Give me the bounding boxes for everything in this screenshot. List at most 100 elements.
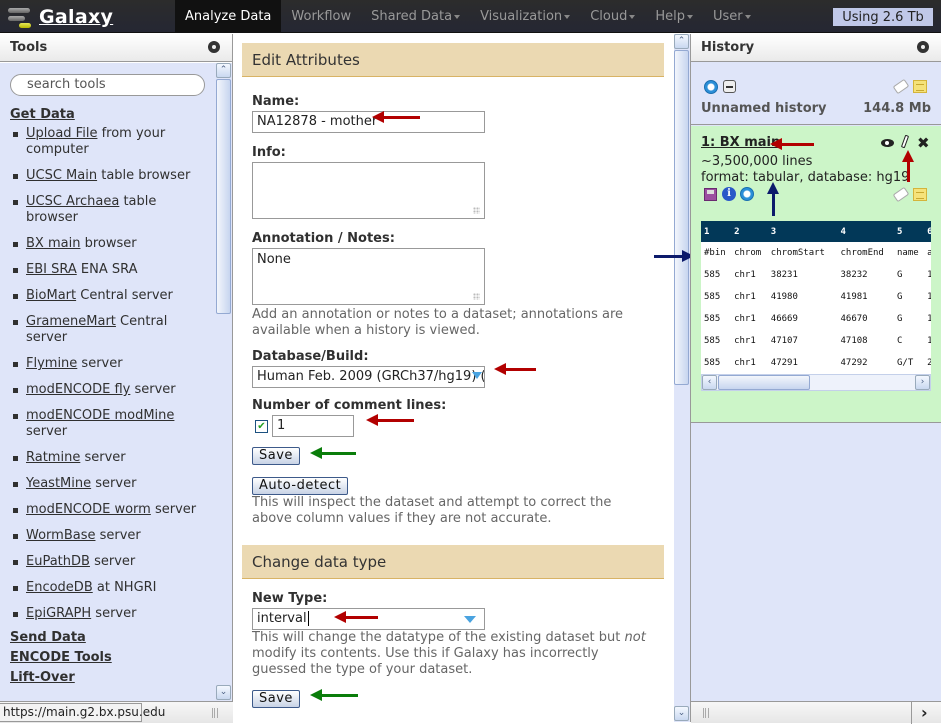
tool-item: EncodeDB at NHGRI [10, 580, 210, 596]
tool-link[interactable]: modENCODE fly [26, 382, 130, 397]
dataset-item: 1: BX main ✖ ~3,500,000 lines format: ta… [691, 126, 941, 423]
resize-grip-icon[interactable] [473, 207, 480, 214]
tool-link[interactable]: UCSC Main [26, 168, 97, 183]
center-content: Edit Attributes Name: NA12878 - mother I… [234, 34, 674, 722]
scroll-thumb[interactable] [674, 50, 689, 385]
new-type-select[interactable]: interval [252, 608, 485, 630]
tool-link[interactable]: BioMart [26, 288, 76, 303]
peek-cell: C [897, 336, 903, 346]
tab-label: Cloud [590, 9, 628, 24]
tool-item: Upload File from your computer [10, 126, 210, 158]
brand[interactable]: Galaxy [8, 4, 113, 30]
tool-description: at NHGRI [92, 580, 157, 595]
tool-link[interactable]: Flymine [26, 356, 77, 371]
tag-icon[interactable] [892, 186, 910, 203]
help-text: This will change the datatype of the exi… [252, 630, 625, 645]
dataset-peek: 123456 #binchromchromStartchromEndnameal… [701, 221, 931, 390]
peek-column-numbers: 123456 [701, 221, 931, 242]
tag-icon[interactable] [892, 78, 910, 95]
collapse-icon[interactable] [723, 80, 736, 93]
drag-handle-icon[interactable] [212, 708, 218, 718]
tool-link[interactable]: EncodeDB [26, 580, 93, 595]
masthead: Galaxy Analyze Data Workflow Shared Data… [0, 0, 941, 33]
scroll-thumb[interactable] [718, 375, 810, 390]
tab-analyze-data[interactable]: Analyze Data [175, 0, 282, 33]
tool-menu: search tools Get Data Upload File from y… [0, 63, 216, 701]
search-tools-input[interactable]: search tools [10, 74, 205, 96]
peek-cell: 47108 [840, 336, 868, 346]
scroll-up-button[interactable]: ⌃ [674, 34, 689, 49]
tool-link[interactable]: GrameneMart [26, 314, 116, 329]
dropdown-arrow-icon [464, 616, 476, 623]
tab-user[interactable]: User [703, 0, 761, 33]
tool-item: modENCODE worm server [10, 502, 210, 518]
annotation-icon[interactable] [913, 80, 927, 93]
scroll-right-button[interactable]: › [915, 375, 930, 390]
drag-handle-icon[interactable] [703, 708, 709, 718]
comment-lines-input[interactable]: 1 [272, 415, 354, 437]
expand-right-icon[interactable]: › [921, 703, 928, 722]
edit-attributes-form: Name: NA12878 - mother Info: Annotation … [234, 77, 674, 527]
section-encode-tools[interactable]: ENCODE Tools [10, 650, 216, 665]
tab-visualization[interactable]: Visualization [470, 0, 580, 33]
dataset-title[interactable]: 1: BX main [701, 135, 780, 150]
peek-cell: chr1 [734, 270, 756, 280]
peek-cell: 585 [704, 336, 721, 346]
auto-detect-button[interactable]: Auto-detect [252, 477, 349, 495]
tab-shared-data[interactable]: Shared Data [361, 0, 470, 33]
refresh-icon[interactable] [704, 80, 718, 94]
annotation-arrow-red [494, 363, 536, 375]
tool-link[interactable]: EpiGRAPH [26, 606, 91, 621]
tab-label: Analyze Data [185, 9, 272, 24]
tools-scrollbar[interactable]: ⌃ ⌄ [215, 63, 232, 701]
tool-link[interactable]: WormBase [26, 528, 95, 543]
tool-link[interactable]: EBI SRA [26, 262, 77, 277]
name-input[interactable]: NA12878 - mother [252, 111, 485, 133]
save-icon[interactable] [704, 188, 717, 201]
info-textarea[interactable] [252, 162, 485, 219]
gear-icon[interactable] [208, 41, 220, 53]
center-scrollbar[interactable]: ⌃ ⌄ [674, 34, 690, 722]
section-lift-over[interactable]: Lift-Over [10, 670, 216, 685]
peek-cell: 585 [704, 358, 721, 368]
eye-icon[interactable] [881, 139, 894, 147]
new-type-value: interval [257, 611, 307, 626]
scroll-down-button[interactable]: ⌄ [674, 706, 689, 721]
rerun-icon[interactable] [740, 187, 754, 201]
comment-lines-checkbox[interactable]: ✔ [255, 419, 268, 433]
peek-horizontal-scrollbar[interactable]: ‹ › [701, 374, 931, 391]
section-send-data[interactable]: Send Data [10, 630, 216, 645]
help-emphasis: not [624, 630, 646, 645]
dbkey-select[interactable]: Human Feb. 2009 (GRCh37/hg19) (f [252, 366, 485, 388]
scroll-up-button[interactable]: ⌃ [216, 63, 231, 78]
scroll-down-button[interactable]: ⌄ [216, 685, 231, 700]
tool-link[interactable]: Upload File [26, 126, 97, 141]
gear-icon[interactable] [917, 41, 929, 53]
save-datatype-button[interactable]: Save [252, 690, 300, 708]
section-get-data[interactable]: Get Data [10, 107, 216, 122]
tool-link[interactable]: modENCODE worm [26, 502, 151, 517]
tab-cloud[interactable]: Cloud [580, 0, 645, 33]
tool-link[interactable]: modENCODE modMine [26, 408, 174, 423]
pencil-icon[interactable] [900, 134, 910, 149]
annotation-textarea[interactable]: None [252, 248, 485, 305]
peek-cell: 1 [927, 292, 931, 302]
brand-title[interactable]: Galaxy [39, 6, 113, 28]
resize-grip-icon[interactable] [473, 293, 480, 300]
annotation-help: Add an annotation or notes to a dataset;… [252, 307, 623, 338]
scroll-thumb[interactable] [216, 79, 231, 314]
tab-help[interactable]: Help [645, 0, 703, 33]
history-name[interactable]: Unnamed history [701, 101, 827, 116]
info-icon[interactable]: i [722, 187, 736, 201]
scroll-left-button[interactable]: ‹ [702, 375, 717, 390]
tool-link[interactable]: EuPathDB [26, 554, 90, 569]
tool-link[interactable]: Ratmine [26, 450, 80, 465]
delete-icon[interactable]: ✖ [917, 136, 930, 151]
tool-link[interactable]: UCSC Archaea [26, 194, 119, 209]
annotation-icon[interactable] [913, 188, 927, 201]
tool-link[interactable]: YeastMine [26, 476, 91, 491]
tool-description: server [91, 476, 137, 491]
tool-link[interactable]: BX main [26, 236, 80, 251]
save-attributes-button[interactable]: Save [252, 447, 300, 465]
tab-workflow[interactable]: Workflow [281, 0, 361, 33]
